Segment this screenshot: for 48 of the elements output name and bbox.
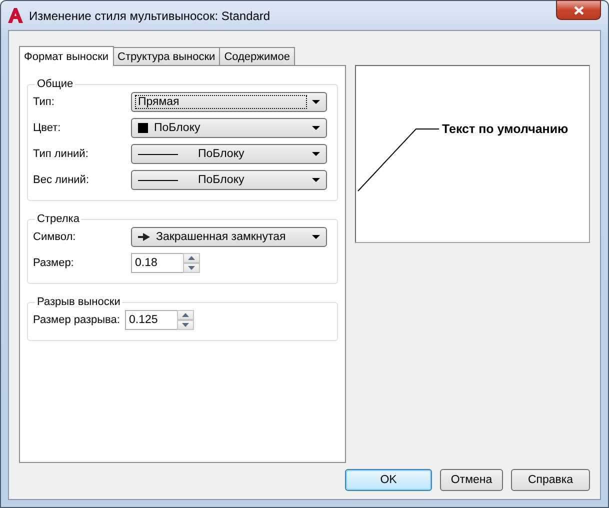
field-label: Цвет: — [33, 122, 62, 134]
field-label: Тип: — [33, 96, 56, 108]
dropdown[interactable]: Прямая — [131, 92, 327, 112]
up-arrow-icon — [182, 313, 189, 317]
color-swatch-icon — [138, 123, 148, 133]
dropdown[interactable]: ПоБлоку — [131, 118, 327, 138]
number-field[interactable]: 0.125 — [125, 310, 177, 330]
dropdown[interactable]: Закрашенная замкнутая — [131, 227, 327, 247]
down-arrow-icon — [182, 323, 189, 327]
spin-up-button[interactable] — [183, 253, 200, 263]
preview-text: Текст по умолчанию — [442, 122, 568, 136]
group-title: Стрелка — [36, 213, 80, 225]
close-button[interactable] — [556, 0, 601, 20]
dropdown[interactable]: ПоБлоку — [131, 170, 327, 190]
dropdown-value: ПоБлоку — [154, 122, 200, 134]
tab[interactable]: Структура выноски — [112, 47, 220, 65]
group-title: Общие — [36, 78, 74, 90]
spin-down-button[interactable] — [177, 320, 194, 330]
field-label: Символ: — [33, 231, 77, 243]
tab[interactable]: Формат выноски — [19, 46, 114, 66]
number-field[interactable]: 0.18 — [131, 253, 183, 273]
dropdown-value: Закрашенная замкнутая — [156, 231, 286, 243]
dropdown-arrow-icon — [312, 178, 320, 182]
down-arrow-icon — [188, 266, 195, 270]
dropdown-arrow-icon — [312, 235, 320, 239]
dropdown-arrow-icon — [312, 100, 320, 104]
close-icon — [574, 6, 584, 14]
tab[interactable]: Содержимое — [219, 47, 295, 65]
dropdown-arrow-icon — [312, 126, 320, 130]
dropdown-arrow-icon — [312, 152, 320, 156]
dialog-button[interactable]: Справка — [511, 469, 590, 491]
app-logo-icon — [8, 8, 23, 23]
arrowhead-icon — [138, 233, 150, 241]
group-title: Разрыв выноски — [36, 296, 122, 308]
field-label: Размер разрыва: — [33, 314, 121, 326]
dropdown[interactable]: ПоБлоку — [131, 144, 327, 164]
field-label: Вес линий: — [33, 174, 90, 186]
window-title: Изменение стиля мультивыносок: Standard — [29, 8, 270, 22]
up-arrow-icon — [188, 256, 195, 260]
dropdown-value: Прямая — [138, 96, 180, 108]
spin-down-button[interactable] — [183, 263, 200, 273]
dialog-button[interactable]: Отмена — [440, 469, 503, 491]
field-label: Размер: — [33, 257, 75, 269]
dialog-button[interactable]: OK — [345, 469, 432, 491]
field-label: Тип линий: — [33, 148, 90, 160]
dropdown-value: ПоБлоку — [198, 148, 244, 160]
dropdown-value: ПоБлоку — [198, 174, 244, 186]
spin-up-button[interactable] — [177, 310, 194, 320]
